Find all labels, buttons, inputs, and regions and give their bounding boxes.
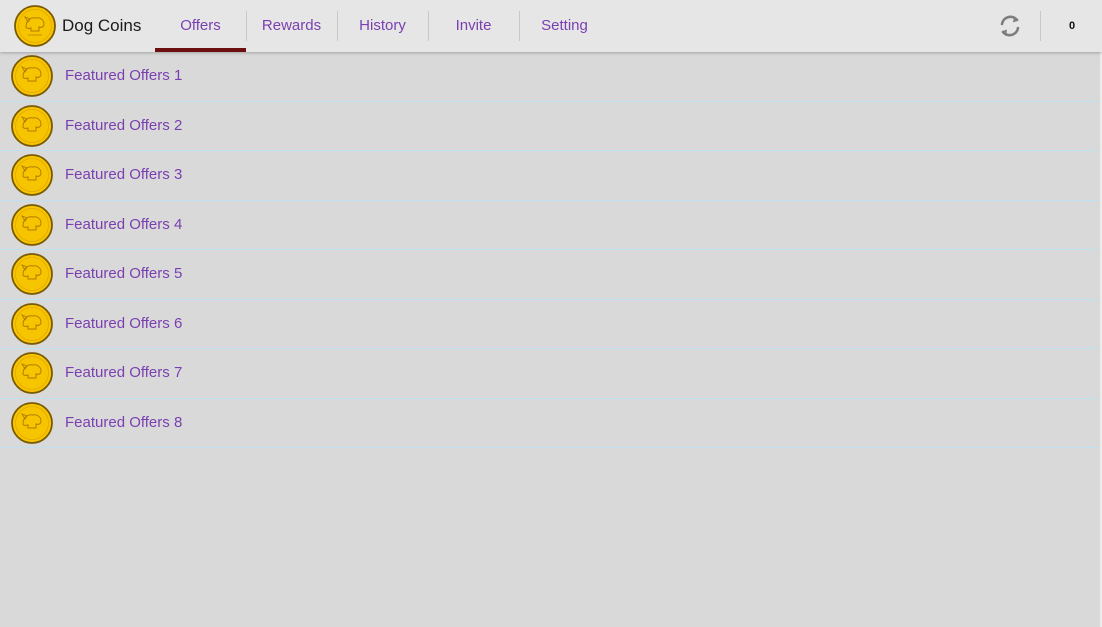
offer-list: Featured Offers 1 Featured Offers 2 Feat… [0, 52, 1102, 448]
tab-offers[interactable]: Offers [155, 0, 246, 52]
dog-coin-icon [11, 55, 53, 97]
app-window: Dog Coins Offers Rewards History Invite … [0, 0, 1102, 627]
dog-coin-icon [11, 401, 53, 444]
list-item[interactable]: Featured Offers 6 [0, 299, 1102, 349]
offer-label: Featured Offers 1 [65, 67, 183, 84]
list-item[interactable]: Featured Offers 2 [0, 101, 1102, 151]
tab-history[interactable]: History [337, 0, 428, 52]
offer-label: Featured Offers 7 [65, 364, 183, 381]
tab-rewards[interactable]: Rewards [246, 0, 337, 52]
app-title: Dog Coins [62, 16, 142, 35]
dog-coin-icon [11, 203, 53, 246]
list-item[interactable]: Featured Offers 7 [0, 349, 1102, 399]
list-item[interactable]: Featured Offers 1 [0, 52, 1102, 102]
offer-label: Featured Offers 2 [65, 116, 183, 134]
list-item[interactable]: Featured Offers 4 [0, 200, 1102, 250]
dog-coin-icon [11, 253, 53, 295]
offer-label: Featured Offers 6 [65, 314, 183, 332]
dog-coin-icon [11, 302, 53, 345]
tab-bar: Offers Rewards History Invite Setting [155, 0, 610, 52]
refresh-button[interactable] [990, 6, 1030, 46]
list-item[interactable]: Featured Offers 8 [0, 398, 1102, 448]
action-bar-divider [1040, 11, 1041, 41]
offer-label: Featured Offers 5 [65, 265, 183, 282]
dog-coin-icon [11, 104, 53, 147]
offer-label: Featured Offers 8 [65, 413, 183, 431]
dog-coin-icon [11, 154, 53, 196]
action-bar: Dog Coins Offers Rewards History Invite … [0, 0, 1102, 52]
refresh-icon [1000, 15, 1020, 37]
list-item[interactable]: Featured Offers 5 [0, 250, 1102, 300]
dog-coin-icon [11, 352, 53, 394]
offer-label: Featured Offers 4 [65, 215, 183, 233]
tab-setting[interactable]: Setting [519, 0, 610, 52]
offer-label: Featured Offers 3 [65, 166, 183, 183]
tab-invite[interactable]: Invite [428, 0, 519, 52]
coin-balance: 0 [1068, 20, 1076, 32]
dog-coin-icon[interactable] [14, 5, 56, 47]
list-item[interactable]: Featured Offers 3 [0, 151, 1102, 201]
